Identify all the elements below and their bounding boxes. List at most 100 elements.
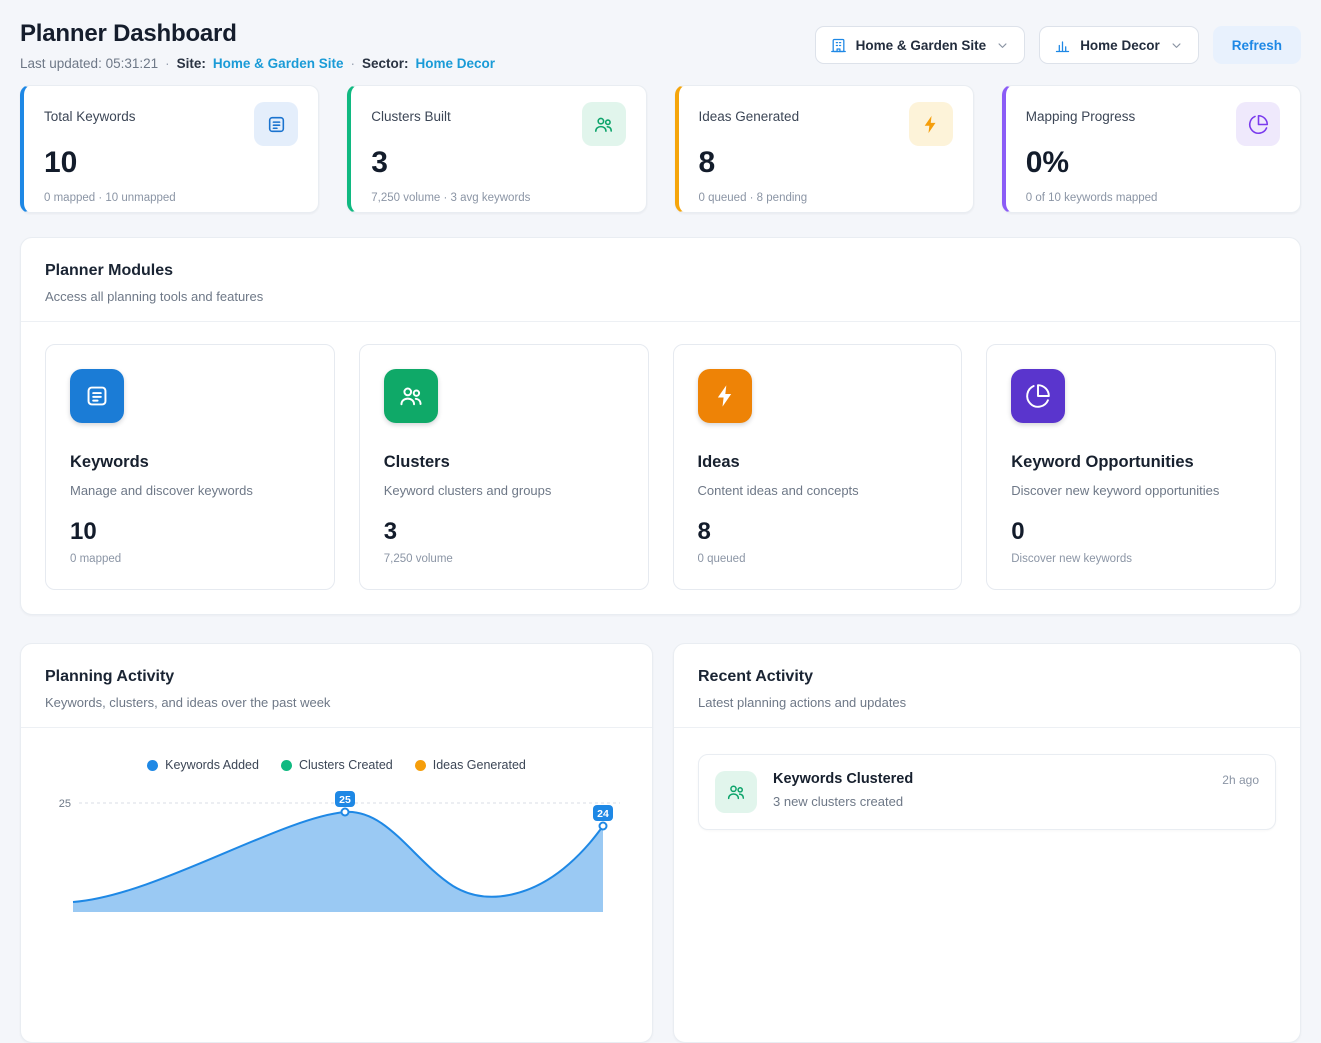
planning-activity-card: Planning Activity Keywords, clusters, an… [20, 643, 653, 1043]
document-icon [70, 369, 124, 423]
stat-value: 3 [371, 148, 625, 178]
last-updated-text: Last updated: 05:31:21 [20, 56, 158, 71]
users-icon [384, 369, 438, 423]
separator: · [350, 56, 355, 71]
module-card-keywords[interactable]: Keywords Manage and discover keywords 10… [45, 344, 335, 590]
pie-chart-icon [1236, 102, 1280, 146]
bottom-row: Planning Activity Keywords, clusters, an… [20, 643, 1301, 1043]
data-point [342, 809, 349, 816]
modules-grid: Keywords Manage and discover keywords 10… [45, 344, 1276, 590]
stat-sub: 0 of 10 keywords mapped [1026, 192, 1280, 204]
site-link[interactable]: Home & Garden Site [213, 56, 344, 71]
meta-row: Last updated: 05:31:21 · Site: Home & Ga… [20, 56, 495, 71]
site-selector-dropdown[interactable]: Home & Garden Site [815, 26, 1026, 64]
pie-chart-icon [1011, 369, 1065, 423]
module-sub: Discover new keywords [1011, 553, 1251, 565]
bar-chart-icon [1054, 37, 1071, 54]
module-title: Keywords [70, 453, 310, 472]
recent-activity-title: Recent Activity [698, 668, 1276, 686]
module-title: Ideas [698, 453, 938, 472]
section-title: Planner Modules [45, 262, 1276, 280]
page-title: Planner Dashboard [20, 20, 495, 48]
module-description: Discover new keyword opportunities [1011, 483, 1251, 498]
legend-label: Clusters Created [299, 758, 393, 772]
lightning-icon [909, 102, 953, 146]
activity-title: Keywords Clustered [773, 771, 1206, 787]
site-selector-value: Home & Garden Site [856, 38, 987, 53]
divider [21, 727, 652, 728]
legend-item-clusters-created: Clusters Created [281, 758, 393, 772]
area-fill [73, 812, 603, 912]
site-label: Site: [177, 56, 206, 71]
topbar: Planner Dashboard Last updated: 05:31:21… [20, 0, 1301, 71]
sector-selector-value: Home Decor [1080, 38, 1160, 53]
legend-item-keywords-added: Keywords Added [147, 758, 259, 772]
refresh-button[interactable]: Refresh [1213, 26, 1301, 64]
stat-value: 0% [1026, 148, 1280, 178]
activity-body: Keywords Clustered 3 new clusters create… [773, 771, 1206, 809]
svg-text:24: 24 [597, 808, 609, 820]
y-axis-tick: 25 [59, 798, 71, 810]
module-title: Keyword Opportunities [1011, 453, 1251, 472]
stat-card-total-keywords: Total Keywords 10 0 mapped · 10 unmapped [20, 85, 319, 213]
legend-dot [281, 760, 292, 771]
separator: · [165, 56, 170, 71]
chevron-down-icon [995, 38, 1010, 53]
sector-link[interactable]: Home Decor [415, 56, 495, 71]
activity-timestamp: 2h ago [1222, 771, 1259, 787]
stat-card-ideas-generated: Ideas Generated 8 0 queued · 8 pending [675, 85, 974, 213]
divider [674, 727, 1300, 728]
stat-card-mapping-progress: Mapping Progress 0% 0 of 10 keywords map… [1002, 85, 1301, 213]
planner-dashboard-page: Planner Dashboard Last updated: 05:31:21… [0, 0, 1321, 1043]
module-value: 10 [70, 518, 310, 546]
planning-activity-title: Planning Activity [45, 668, 628, 686]
stat-card-clusters-built: Clusters Built 3 7,250 volume · 3 avg ke… [347, 85, 646, 213]
legend-dot [415, 760, 426, 771]
stat-value: 8 [699, 148, 953, 178]
topbar-left: Planner Dashboard Last updated: 05:31:21… [20, 20, 495, 71]
chart-legend: Keywords Added Clusters Created Ideas Ge… [45, 758, 628, 772]
stat-label: Clusters Built [371, 102, 451, 124]
planning-activity-subtitle: Keywords, clusters, and ideas over the p… [45, 695, 628, 710]
chevron-down-icon [1169, 38, 1184, 53]
document-icon [254, 102, 298, 146]
module-sub: 7,250 volume [384, 553, 624, 565]
users-icon [582, 102, 626, 146]
building-icon [830, 37, 847, 54]
stat-label: Ideas Generated [699, 102, 800, 124]
module-sub: 0 mapped [70, 553, 310, 565]
legend-label: Ideas Generated [433, 758, 526, 772]
svg-text:25: 25 [339, 794, 351, 806]
recent-activity-card: Recent Activity Latest planning actions … [673, 643, 1301, 1043]
legend-item-ideas-generated: Ideas Generated [415, 758, 526, 772]
stat-sub: 0 mapped · 10 unmapped [44, 192, 298, 204]
topbar-controls: Home & Garden Site Home Decor Refresh [815, 26, 1301, 64]
module-value: 8 [698, 518, 938, 546]
lightning-icon [698, 369, 752, 423]
module-card-clusters[interactable]: Clusters Keyword clusters and groups 3 7… [359, 344, 649, 590]
stat-value: 10 [44, 148, 298, 178]
legend-label: Keywords Added [165, 758, 259, 772]
sector-selector-dropdown[interactable]: Home Decor [1039, 26, 1199, 64]
users-icon [715, 771, 757, 813]
activity-description: 3 new clusters created [773, 794, 1206, 809]
sector-label: Sector: [362, 56, 409, 71]
stats-row: Total Keywords 10 0 mapped · 10 unmapped… [20, 85, 1301, 213]
stat-sub: 7,250 volume · 3 avg keywords [371, 192, 625, 204]
data-point [600, 823, 607, 830]
module-card-keyword-opportunities[interactable]: Keyword Opportunities Discover new keywo… [986, 344, 1276, 590]
module-title: Clusters [384, 453, 624, 472]
data-label-badge: 24 [593, 805, 613, 821]
activity-area-chart: 25 25 24 [45, 782, 628, 912]
activity-list-item[interactable]: Keywords Clustered 3 new clusters create… [698, 754, 1276, 830]
data-label-badge: 25 [335, 791, 355, 807]
module-value: 3 [384, 518, 624, 546]
legend-dot [147, 760, 158, 771]
module-description: Content ideas and concepts [698, 483, 938, 498]
section-subtitle: Access all planning tools and features [45, 289, 1276, 304]
module-card-ideas[interactable]: Ideas Content ideas and concepts 8 0 que… [673, 344, 963, 590]
recent-activity-subtitle: Latest planning actions and updates [698, 695, 1276, 710]
module-description: Keyword clusters and groups [384, 483, 624, 498]
stat-label: Total Keywords [44, 102, 136, 124]
planner-modules-section: Planner Modules Access all planning tool… [20, 237, 1301, 615]
